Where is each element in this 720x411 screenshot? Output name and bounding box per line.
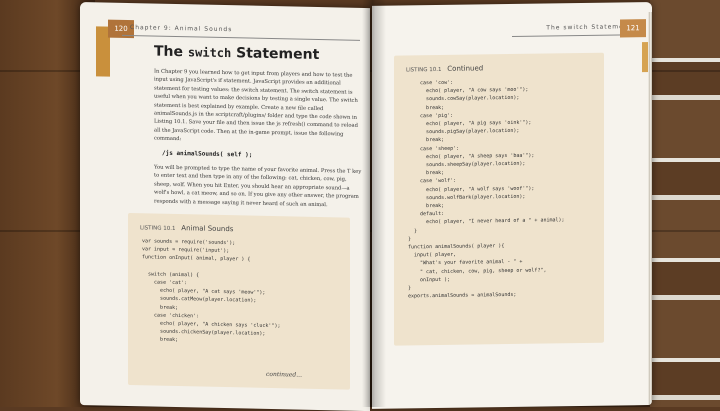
- title-suffix: Statement: [231, 45, 320, 64]
- paragraph-intro: In Chapter 9 you learned how to get inpu…: [154, 68, 358, 143]
- page-edges: [648, 11, 652, 408]
- code-listing-box-continued: LISTING 10.1 Continued case 'cow': echo(…: [394, 52, 604, 346]
- right-page-number: 121: [620, 19, 646, 38]
- title-prefix: The: [154, 43, 188, 61]
- listing-label: LISTING 10.1: [140, 225, 176, 233]
- left-page: 120 Chapter 9: Animal Sounds The switch …: [80, 2, 370, 411]
- listing-title: Animal Sounds: [181, 224, 234, 234]
- listing-code-continued: case 'cow': echo( player, "A cow says 'm…: [408, 79, 565, 300]
- section-title: The switch Statement: [154, 44, 319, 63]
- title-code: switch: [187, 45, 232, 61]
- body-text: In Chapter 9 you learned how to get inpu…: [154, 68, 364, 216]
- left-running-head: Chapter 9: Animal Sounds: [122, 20, 360, 41]
- inline-command: /js animalSounds( self );: [162, 149, 253, 159]
- open-book: 120 Chapter 9: Animal Sounds The switch …: [80, 0, 665, 411]
- continued-label: continued...: [265, 370, 302, 379]
- right-page: The switch Statement 121 LISTING 10.1 Co…: [372, 2, 652, 409]
- listing-code: var sounds = require('sounds'); var inpu…: [142, 238, 281, 344]
- paragraph-instructions: You will be prompted to type the name of…: [154, 164, 362, 208]
- listing-label: LISTING 10.1: [406, 66, 442, 74]
- code-listing-box: LISTING 10.1 Animal Sounds var sounds = …: [128, 213, 350, 390]
- listing-continued: Continued: [447, 64, 484, 73]
